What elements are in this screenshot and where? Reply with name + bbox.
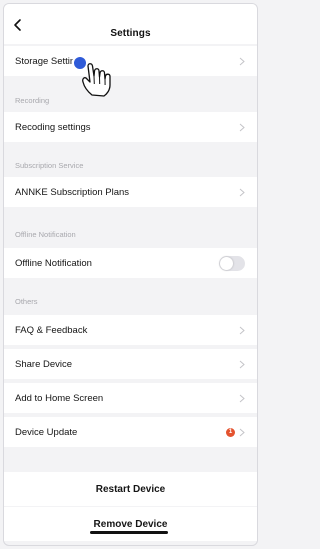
subscription-plans-label: ANNKE Subscription Plans xyxy=(15,186,130,198)
section-recording: Recording xyxy=(15,96,50,105)
toggle-knob xyxy=(220,256,233,270)
offline-notification-row: Offline Notification xyxy=(4,248,257,278)
faq-feedback-row[interactable]: FAQ & Feedback xyxy=(4,315,257,345)
home-indicator xyxy=(90,531,168,534)
section-others: Others xyxy=(15,297,38,306)
section-subscription: Subscription Service xyxy=(15,161,84,170)
chevron-right-icon xyxy=(239,188,245,196)
remove-device-button[interactable]: Remove Device xyxy=(4,507,257,541)
device-update-label: Device Update xyxy=(15,426,78,438)
device-update-row[interactable]: Device Update 1 xyxy=(4,417,257,447)
chevron-right-icon xyxy=(239,57,245,65)
section-offline-notification: Offline Notification xyxy=(15,230,76,239)
chevron-right-icon xyxy=(239,123,245,131)
share-device-row[interactable]: Share Device xyxy=(4,349,257,379)
storage-settings-row[interactable]: Storage Settings xyxy=(4,46,257,76)
share-device-label: Share Device xyxy=(15,358,73,370)
settings-screen: Settings Storage Settings Recording Reco… xyxy=(3,3,258,546)
restart-device-button[interactable]: Restart Device xyxy=(4,472,257,506)
page-title: Settings xyxy=(110,28,151,39)
add-to-home-screen-row[interactable]: Add to Home Screen xyxy=(4,383,257,413)
offline-notification-toggle[interactable] xyxy=(219,255,245,271)
header-bar: Settings xyxy=(4,4,257,44)
offline-notification-label: Offline Notification xyxy=(15,257,92,269)
device-update-indicators: 1 xyxy=(226,427,245,437)
faq-feedback-label: FAQ & Feedback xyxy=(15,324,88,336)
storage-settings-label: Storage Settings xyxy=(15,55,86,67)
recording-settings-label: Recoding settings xyxy=(15,121,91,133)
add-to-home-screen-label: Add to Home Screen xyxy=(15,392,104,404)
chevron-right-icon xyxy=(239,326,245,334)
chevron-right-icon xyxy=(239,394,245,402)
recording-settings-row[interactable]: Recoding settings xyxy=(4,112,257,142)
subscription-plans-row[interactable]: ANNKE Subscription Plans xyxy=(4,177,257,207)
chevron-right-icon xyxy=(239,360,245,368)
chevron-right-icon xyxy=(239,428,245,436)
update-badge: 1 xyxy=(226,427,235,437)
